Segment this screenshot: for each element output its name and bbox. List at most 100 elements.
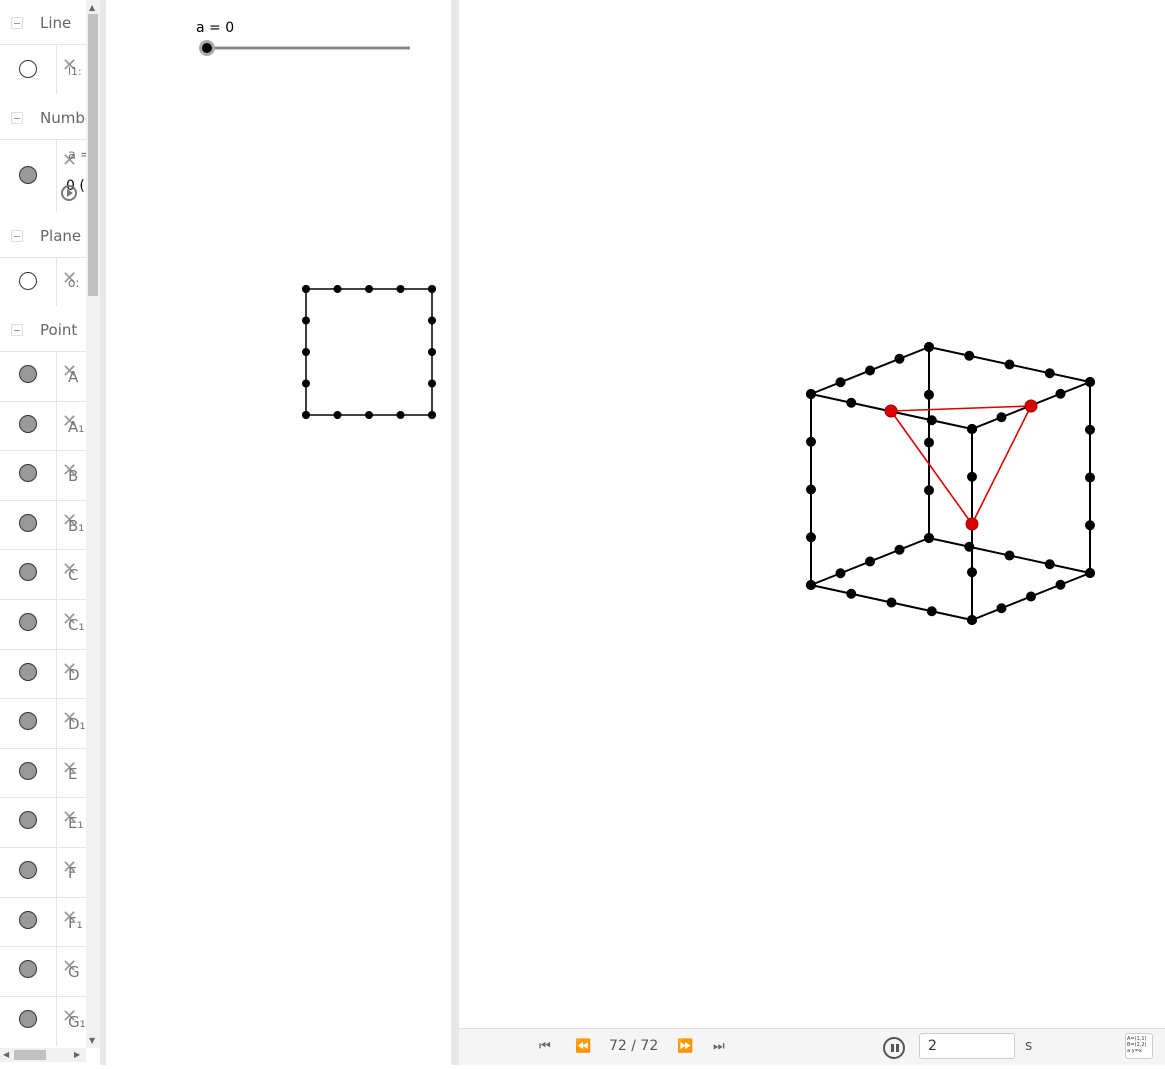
cube-point[interactable] — [894, 544, 905, 555]
algebra-item-point[interactable]: ✕ F — [0, 847, 86, 897]
cube-point[interactable] — [835, 568, 846, 579]
square-point[interactable] — [428, 285, 436, 293]
visibility-toggle-icon[interactable] — [19, 464, 37, 483]
scroll-thumb[interactable] — [88, 14, 98, 296]
algebra-item-point[interactable]: ✕ D — [0, 648, 86, 699]
cube-point[interactable] — [924, 342, 934, 352]
square-point[interactable] — [428, 411, 436, 419]
scroll-up-icon[interactable]: ▲ — [89, 3, 95, 12]
square-point[interactable] — [428, 348, 436, 356]
square-figure[interactable] — [302, 285, 436, 419]
cube-point[interactable] — [924, 533, 934, 543]
square-point[interactable] — [333, 411, 342, 419]
algebra-item-point[interactable]: ✕ E₁ — [0, 797, 86, 848]
square-point[interactable] — [365, 285, 373, 293]
scroll-down-icon[interactable]: ▼ — [89, 1036, 95, 1045]
cube-point[interactable] — [894, 353, 905, 364]
graphics-2d-canvas[interactable]: a = 0 — [106, 0, 451, 1065]
cube-point[interactable] — [835, 377, 846, 388]
cube-point[interactable] — [964, 541, 975, 552]
graphics-3d-canvas[interactable] — [459, 0, 1165, 1028]
cube-point[interactable] — [846, 397, 857, 408]
algebra-item-point[interactable]: ✕ C — [0, 549, 86, 600]
next-icon[interactable]: ⏩ — [677, 1039, 693, 1054]
visibility-toggle-icon[interactable] — [19, 613, 37, 631]
cube-point[interactable] — [964, 350, 975, 361]
group-point[interactable]: Point — [0, 307, 86, 354]
group-line[interactable]: Line — [0, 0, 86, 47]
algebra-item-point[interactable]: ✕ C₁ — [0, 599, 86, 649]
cube-point[interactable] — [926, 415, 937, 426]
algebra-item-plane[interactable]: ✕ o: — [0, 257, 86, 306]
square-point[interactable] — [428, 316, 436, 325]
triangle-vertex[interactable] — [1024, 399, 1038, 413]
square-point[interactable] — [396, 285, 405, 293]
cube-point[interactable] — [924, 485, 934, 496]
square-point[interactable] — [302, 379, 310, 388]
cube-figure[interactable] — [806, 342, 1095, 625]
visibility-toggle-icon[interactable] — [19, 365, 37, 383]
scroll-right-icon[interactable]: ▶ — [74, 1050, 80, 1059]
algebra-toggle-icon[interactable]: A=(1,1) B=(2,2) a:y=x — [1125, 1033, 1153, 1059]
cube-point[interactable] — [846, 588, 857, 599]
play-icon[interactable] — [61, 185, 77, 201]
visibility-toggle-icon[interactable] — [19, 910, 37, 929]
algebra-item-point[interactable]: ✕ D₁ — [0, 698, 86, 749]
algebra-item-point[interactable]: ✕ A₁ — [0, 400, 86, 451]
square-outline[interactable] — [305, 288, 433, 416]
square-point[interactable] — [302, 316, 310, 325]
visibility-toggle-icon[interactable] — [19, 1009, 37, 1028]
cube-point[interactable] — [806, 484, 816, 495]
cube-point[interactable] — [806, 532, 816, 543]
square-point[interactable] — [428, 379, 436, 388]
visibility-toggle-icon[interactable] — [19, 960, 37, 979]
cube-point[interactable] — [967, 615, 977, 625]
cube-point[interactable] — [1004, 359, 1015, 370]
algebra-item-point[interactable]: ✕ A — [0, 351, 86, 401]
visibility-toggle-icon[interactable] — [19, 811, 37, 830]
cube-point[interactable] — [1085, 377, 1095, 387]
visibility-toggle-icon[interactable] — [19, 761, 37, 780]
view-splitter[interactable] — [451, 0, 459, 1065]
algebra-item-number[interactable]: ✕ a = 0 ( — [0, 139, 91, 212]
algebra-item-line[interactable]: ✕ l1: — [0, 44, 86, 94]
visibility-toggle-icon[interactable] — [19, 414, 37, 433]
cube-point[interactable] — [865, 365, 875, 376]
cube-point[interactable] — [1085, 424, 1095, 435]
visibility-toggle-icon[interactable] — [19, 60, 37, 78]
cube-point[interactable] — [806, 389, 816, 399]
square-point[interactable] — [302, 411, 310, 419]
cube-point[interactable] — [1085, 472, 1095, 483]
cube-point[interactable] — [996, 603, 1007, 614]
algebra-item-point[interactable]: ✕ G — [0, 946, 86, 997]
triangle-vertex[interactable] — [884, 404, 898, 418]
last-icon[interactable]: ⏭ — [713, 1039, 725, 1054]
cube-point[interactable] — [967, 471, 977, 482]
algebra-item-point[interactable]: ✕ G₁ — [0, 995, 86, 1046]
square-point[interactable] — [302, 285, 310, 293]
triangle-edge[interactable] — [890, 410, 973, 525]
cube-point[interactable] — [806, 580, 816, 590]
prev-icon[interactable]: ⏪ — [575, 1039, 591, 1054]
square-point[interactable] — [333, 285, 342, 293]
triangle-edge[interactable] — [890, 405, 1032, 412]
first-icon[interactable]: ⏮ — [539, 1039, 551, 1054]
group-plane[interactable]: Plane — [0, 213, 86, 260]
cube-point[interactable] — [806, 436, 816, 447]
pause-icon[interactable] — [883, 1037, 905, 1059]
graphics-view-2d[interactable]: a = 0 — [106, 0, 451, 1065]
cube-point[interactable] — [865, 556, 875, 567]
visibility-toggle-icon[interactable] — [19, 166, 37, 184]
cube-point[interactable] — [1044, 559, 1055, 570]
algebra-item-point[interactable]: ✕ E — [0, 747, 86, 798]
cube-point[interactable] — [1026, 591, 1036, 602]
collapse-icon[interactable] — [11, 17, 23, 29]
collapse-icon[interactable] — [11, 324, 23, 336]
visibility-toggle-icon[interactable] — [19, 662, 37, 681]
visibility-toggle-icon[interactable] — [19, 513, 37, 532]
cube-point[interactable] — [886, 597, 897, 608]
horizontal-scrollbar[interactable]: ◀ ▶ — [0, 1048, 86, 1062]
cube-point[interactable] — [926, 606, 937, 617]
algebra-item-point[interactable]: ✕ B — [0, 450, 86, 501]
square-point[interactable] — [365, 411, 373, 419]
